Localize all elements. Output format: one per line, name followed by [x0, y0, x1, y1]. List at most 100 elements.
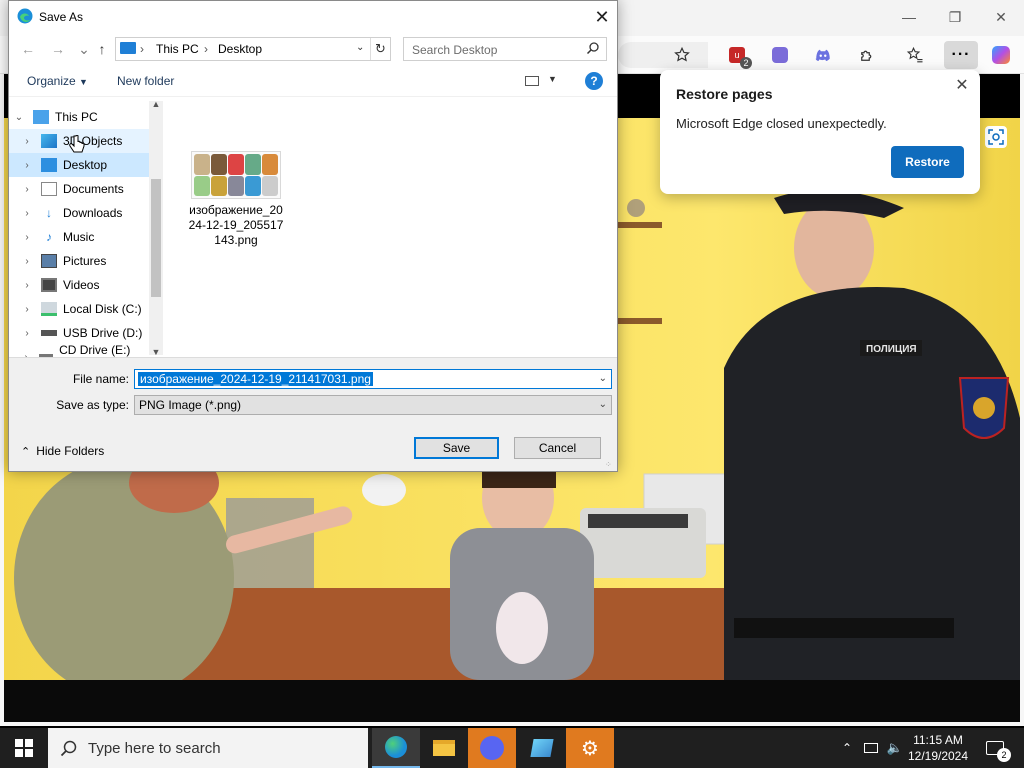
copilot-icon[interactable] — [986, 41, 1016, 69]
dialog-close-button[interactable]: ✕ — [589, 5, 615, 29]
nav-label: Desktop — [63, 158, 108, 172]
savetype-label: Save as type: — [56, 398, 129, 412]
taskbar-edge-icon[interactable] — [372, 728, 420, 768]
up-arrow-icon[interactable]: ↑ — [91, 39, 113, 59]
scroll-up-icon[interactable]: ▲ — [149, 99, 163, 109]
resize-grip-icon[interactable]: ⁘ — [605, 460, 612, 469]
taskbar-file-explorer-icon[interactable] — [420, 728, 468, 768]
nav-item-pictures[interactable]: › Pictures — [9, 249, 149, 273]
police-badge-text: ПОЛИЦИЯ — [866, 344, 917, 355]
hide-folders-button[interactable]: ⌃ Hide Folders — [21, 444, 104, 458]
chevron-up-icon: ⌃ — [21, 445, 31, 458]
network-icon[interactable] — [860, 728, 882, 768]
file-name-label: изображение_2024-12-19_205517143.png — [188, 203, 284, 247]
notification-count: 2 — [997, 748, 1011, 762]
organize-label: Organize — [27, 74, 76, 88]
clock-time: 11:15 AM — [913, 733, 963, 747]
nav-item-music[interactable]: › ♪ Music — [9, 225, 149, 249]
taskbar: Type here to search ⚙ ⌃ 🔈 11:15 AM 12/19… — [0, 728, 1024, 768]
clock-date: 12/19/2024 — [907, 749, 969, 763]
document-icon — [41, 182, 57, 196]
nav-label: This PC — [55, 110, 98, 124]
command-bar: Organize ▼ New folder ▼ ? — [9, 67, 617, 97]
scrollbar-thumb[interactable] — [151, 179, 161, 297]
favorite-star-icon[interactable] — [667, 41, 697, 69]
filename-value: изображение_2024-12-19_211417031.png — [138, 372, 373, 386]
more-menu-icon[interactable]: ··· — [944, 41, 978, 69]
dialog-titlebar: Save As ✕ — [9, 1, 617, 33]
visual-search-icon[interactable] — [985, 126, 1007, 148]
pc-icon — [33, 110, 49, 124]
search-placeholder: Search Desktop — [412, 43, 498, 57]
address-bar-path[interactable]: › This PC › Desktop ⌄ ↻ — [115, 37, 391, 61]
address-dropdown-icon[interactable]: ⌄ — [356, 42, 364, 53]
edge-logo-icon — [17, 8, 33, 24]
nav-item-this-pc[interactable]: ⌄ This PC — [9, 105, 149, 129]
view-options-icon[interactable] — [525, 76, 539, 86]
close-popup-icon[interactable]: ✕ — [952, 76, 972, 96]
nav-label: Documents — [63, 182, 124, 196]
extensions-puzzle-icon[interactable] — [852, 41, 882, 69]
volume-muted-icon[interactable]: 🔈 — [884, 728, 906, 768]
restore-button[interactable]: Restore — [891, 146, 964, 178]
pictures-icon — [41, 254, 57, 268]
taskbar-app-icon[interactable] — [518, 728, 566, 768]
view-dropdown-icon[interactable]: ▼ — [548, 74, 557, 84]
nav-label: Videos — [63, 278, 100, 292]
forward-arrow-icon[interactable]: → — [47, 39, 69, 59]
notifications-icon[interactable]: 2 — [980, 728, 1011, 768]
start-button[interactable] — [0, 728, 48, 768]
pc-icon — [120, 42, 136, 54]
usb-icon — [41, 330, 57, 336]
nav-label: Local Disk (C:) — [63, 302, 142, 316]
nav-item-local-disk[interactable]: › Local Disk (C:) — [9, 297, 149, 321]
back-arrow-icon[interactable]: ← — [17, 39, 39, 59]
nav-label: Pictures — [63, 254, 107, 268]
save-as-dialog: Save As ✕ ← → ⌄ ↑ › This PC › Desktop ⌄ … — [8, 0, 618, 472]
breadcrumb-this-pc[interactable]: This PC — [156, 42, 199, 56]
file-thumbnail — [191, 151, 281, 199]
savetype-select[interactable]: PNG Image (*.png) ⌄ — [134, 395, 612, 415]
extension-badge-icon[interactable]: u 2 — [722, 41, 752, 69]
cancel-button[interactable]: Cancel — [514, 437, 601, 459]
clock[interactable]: 11:15 AM 12/19/2024 — [904, 732, 972, 764]
navigation-pane: ⌄ This PC › 3D Objects › Desktop › Docum… — [9, 97, 163, 357]
close-window-button[interactable]: ✕ — [978, 0, 1024, 34]
nav-item-downloads[interactable]: › ↓ Downloads — [9, 201, 149, 225]
nav-item-cd-drive[interactable]: › CD Drive (E:) 708... — [9, 343, 149, 357]
nav-label: CD Drive (E:) 708... — [59, 343, 131, 357]
file-item[interactable]: изображение_2024-12-19_205517143.png — [187, 151, 285, 248]
scroll-down-icon[interactable]: ▼ — [149, 347, 163, 357]
minimize-button[interactable]: — — [886, 0, 932, 34]
filename-input[interactable]: изображение_2024-12-19_211417031.png ⌄ — [134, 369, 612, 389]
organize-button[interactable]: Organize ▼ — [27, 74, 88, 88]
taskbar-search-input[interactable]: Type here to search — [48, 728, 368, 768]
purple-extension-icon[interactable] — [765, 41, 795, 69]
tray-chevron-up-icon[interactable]: ⌃ — [836, 728, 858, 768]
help-icon[interactable]: ? — [585, 72, 603, 90]
search-input[interactable]: Search Desktop — [403, 37, 607, 61]
nav-item-usb-drive[interactable]: › USB Drive (D:) — [9, 321, 149, 345]
hide-folders-label: Hide Folders — [36, 444, 105, 458]
search-icon — [60, 739, 78, 760]
taskbar-discord-icon[interactable] — [468, 728, 516, 768]
save-options-area: File name: изображение_2024-12-19_211417… — [9, 357, 617, 471]
nav-item-videos[interactable]: › Videos — [9, 273, 149, 297]
filename-label: File name: — [72, 372, 129, 386]
nav-label: USB Drive (D:) — [63, 326, 143, 340]
music-icon: ♪ — [46, 230, 52, 244]
discord-icon[interactable] — [808, 41, 838, 69]
savetype-value: PNG Image (*.png) — [139, 398, 242, 412]
nav-item-documents[interactable]: › Documents — [9, 177, 149, 201]
refresh-icon[interactable]: ↻ — [370, 38, 390, 60]
favorites-icon[interactable] — [900, 41, 930, 69]
filename-dropdown-icon[interactable]: ⌄ — [599, 373, 607, 384]
save-button[interactable]: Save — [414, 437, 499, 459]
disk-icon — [41, 302, 57, 316]
restore-window-button[interactable]: ❐ — [932, 0, 978, 34]
taskbar-settings-icon[interactable]: ⚙ — [566, 728, 614, 768]
new-folder-button[interactable]: New folder — [117, 74, 174, 88]
savetype-dropdown-icon[interactable]: ⌄ — [599, 399, 607, 410]
dialog-title: Save As — [39, 10, 84, 24]
breadcrumb-desktop[interactable]: Desktop — [218, 42, 262, 56]
